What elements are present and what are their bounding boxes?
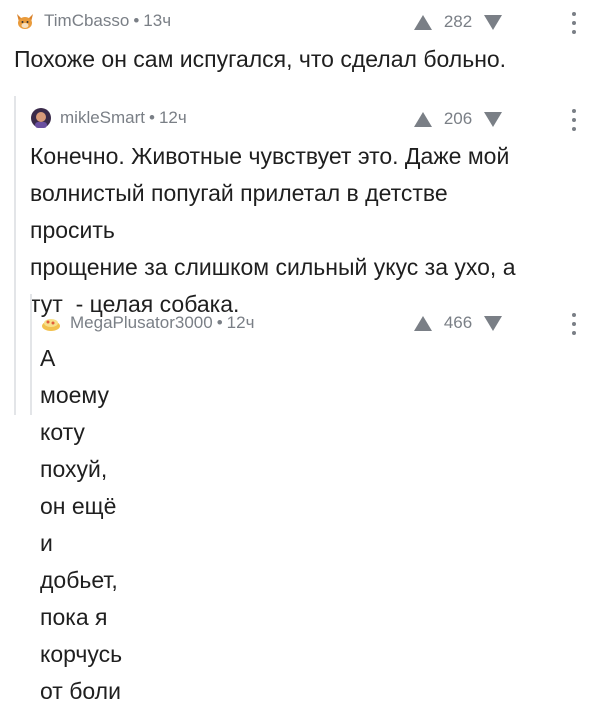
vote-count: 466 — [443, 313, 473, 332]
comment-text: А моему коту похуй, он ещё и добьет, пок… — [40, 340, 122, 710]
vote-controls: 466 — [412, 313, 504, 333]
downvote-icon[interactable] — [482, 110, 504, 128]
author-name[interactable]: MegaPlusator3000 — [70, 313, 213, 333]
comment-time: 13ч — [143, 11, 172, 30]
food-avatar-icon[interactable] — [40, 312, 62, 334]
thread-line[interactable] — [14, 96, 16, 415]
upvote-icon[interactable] — [412, 13, 434, 31]
separator-dot: • — [216, 313, 223, 332]
comment-meta: MegaPlusator3000 • 12ч — [40, 312, 254, 334]
comment-time: 12ч — [226, 313, 255, 332]
more-options-icon[interactable] — [569, 12, 579, 34]
vote-count: 282 — [443, 12, 473, 31]
comment-text-line: корчусь от боли — [40, 641, 123, 704]
thread-line[interactable] — [30, 294, 32, 415]
comment-text-line: Конечно. Животные чувствует это. Даже мо… — [30, 143, 510, 169]
comment-meta: TimCbasso • 13ч — [14, 10, 171, 32]
more-options-icon[interactable] — [569, 109, 579, 131]
separator-dot: • — [133, 11, 140, 30]
upvote-icon[interactable] — [412, 314, 434, 332]
comment-meta: mikleSmart • 12ч — [30, 107, 187, 129]
comment-text-line: волнистый попугай прилетал в детстве про… — [30, 180, 448, 243]
vote-controls: 282 — [412, 12, 504, 32]
author-name[interactable]: TimCbasso — [44, 11, 129, 31]
comment-text: Похоже он сам испугался, что сделал боль… — [14, 46, 507, 72]
vote-controls: 206 — [412, 109, 504, 129]
downvote-icon[interactable] — [482, 314, 504, 332]
downvote-icon[interactable] — [482, 13, 504, 31]
vote-count: 206 — [443, 109, 473, 128]
person-avatar-icon[interactable] — [30, 107, 52, 129]
comment-text: Конечно. Животные чувствует это. Даже мо… — [30, 138, 516, 323]
author-name[interactable]: mikleSmart — [60, 108, 145, 128]
more-options-icon[interactable] — [569, 313, 579, 335]
separator-dot: • — [149, 108, 155, 127]
comment-time: 12ч — [158, 108, 187, 127]
fox-avatar-icon[interactable] — [14, 10, 36, 32]
comment-text-line: А моему коту похуй, он ещё и добьет, пок… — [40, 345, 118, 630]
upvote-icon[interactable] — [412, 110, 434, 128]
comment-text-line: прощение за слишком сильный укус за ухо,… — [30, 254, 516, 280]
